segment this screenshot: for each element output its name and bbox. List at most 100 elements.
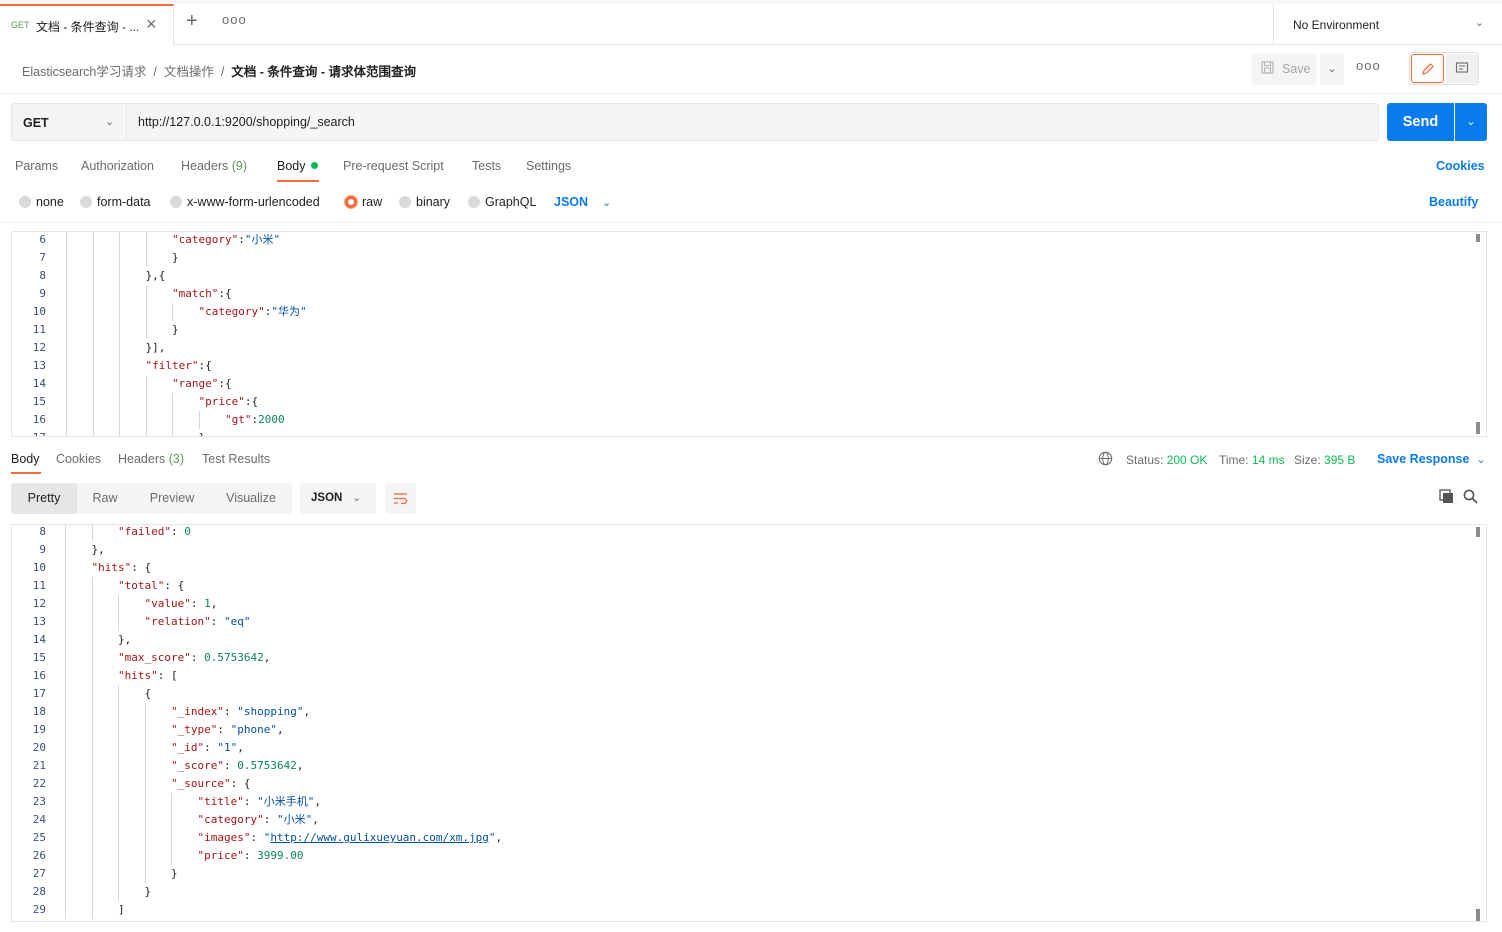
indent-guide — [65, 739, 66, 757]
radio-raw[interactable]: raw — [345, 195, 382, 209]
response-tab-test-results[interactable]: Test Results — [202, 452, 270, 466]
indent-guide — [171, 847, 172, 865]
copy-icon[interactable] — [1439, 489, 1454, 507]
indent-guide — [66, 429, 67, 436]
code-token: "hits" — [118, 669, 158, 682]
request-tab[interactable]: GET 文档 - 条件查询 - ... × — [0, 4, 174, 45]
code-token: "price" — [198, 395, 245, 408]
environment-selector[interactable]: No Environment ⌄ — [1273, 4, 1502, 45]
scrollbar-thumb[interactable] — [1476, 234, 1480, 242]
code-token: "filter" — [145, 359, 199, 372]
beautify-button[interactable]: Beautify — [1429, 195, 1478, 209]
tab-prerequest-script[interactable]: Pre-request Script — [343, 159, 444, 173]
tab-settings[interactable]: Settings — [526, 159, 571, 173]
breadcrumb-collection[interactable]: Elasticsearch学习请求 — [22, 65, 146, 79]
tab-params[interactable]: Params — [15, 159, 58, 173]
page-title[interactable]: 文档 - 条件查询 - 请求体范围查询 — [231, 65, 416, 79]
response-tab-cookies[interactable]: Cookies — [56, 452, 101, 466]
indent-guide — [198, 411, 200, 429]
code-token: : — [170, 525, 185, 538]
tab-more-icon[interactable]: ooo — [222, 12, 247, 27]
radio-binary[interactable]: binary — [399, 195, 450, 209]
save-dropdown-chevron-icon[interactable]: ⌄ — [1320, 53, 1344, 85]
code-token: } — [144, 885, 152, 898]
globe-icon[interactable] — [1098, 451, 1113, 469]
tab-headers-label: Headers — [181, 159, 229, 173]
indent-guide — [171, 811, 172, 829]
tab-headers[interactable]: Headers (9) — [181, 159, 247, 173]
indent-guide — [145, 321, 147, 339]
indent-guide — [91, 667, 93, 685]
chevron-down-icon: ⌄ — [105, 116, 115, 128]
breadcrumb-folder[interactable]: 文档操作 — [164, 65, 214, 79]
search-icon[interactable] — [1463, 489, 1478, 507]
view-pretty[interactable]: Pretty — [11, 483, 77, 514]
edit-mode-pencil-icon[interactable] — [1411, 54, 1444, 83]
line-number: 21 — [32, 759, 46, 772]
new-tab-plus-icon[interactable]: + — [186, 10, 198, 33]
url-input[interactable]: http://127.0.0.1:9200/shopping/_search — [126, 103, 1379, 141]
tab-authorization[interactable]: Authorization — [81, 159, 154, 173]
radio-form-data[interactable]: form-data — [80, 195, 151, 209]
response-body-viewer[interactable]: 8 "failed": 0 9}, 10 "hits": {11 "total": {12… — [11, 525, 1487, 922]
code-token: "小米" — [244, 233, 281, 246]
view-preview[interactable]: Preview — [139, 483, 205, 514]
send-button[interactable]: Send — [1387, 103, 1454, 141]
wrap-lines-icon[interactable] — [385, 483, 416, 514]
indent-guide — [145, 411, 147, 429]
indent-guide — [65, 577, 66, 595]
body-format-select[interactable]: JSON ⌄ — [554, 195, 611, 209]
cookies-link[interactable]: Cookies — [1436, 159, 1485, 173]
scrollbar-thumb[interactable] — [1476, 422, 1480, 434]
code-line: 23 "title": "小米手机", — [12, 793, 1452, 811]
indent-guide — [119, 393, 120, 411]
indent-guide — [172, 393, 173, 411]
tab-body[interactable]: Body — [277, 159, 318, 173]
close-icon[interactable]: × — [146, 14, 157, 35]
response-tab-body[interactable]: Body — [11, 452, 40, 466]
documentation-icon[interactable] — [1446, 54, 1478, 83]
indent-guide — [91, 685, 93, 703]
indent-guide — [65, 595, 66, 613]
indent-guide — [92, 267, 94, 285]
radio-none[interactable]: none — [19, 195, 64, 209]
indent-guide — [92, 339, 94, 357]
code-line: 14 "range":{ — [12, 375, 1452, 393]
response-tab-headers[interactable]: Headers (3) — [118, 452, 184, 466]
url-link[interactable]: http://www.gulixueyuan.com/xm.jpg — [270, 831, 489, 844]
scrollbar-thumb[interactable] — [1476, 527, 1480, 537]
indent-guide — [92, 232, 94, 249]
code-text: "failed": 0 — [118, 525, 191, 541]
view-visualize[interactable]: Visualize — [215, 483, 287, 514]
line-number: 10 — [32, 305, 46, 318]
method-select[interactable]: GET ⌄ — [11, 103, 126, 141]
code-line: 15 "max_score": 0.5753642, — [12, 649, 1452, 667]
code-text: "_source": { — [171, 775, 250, 793]
indent-guide — [66, 303, 67, 321]
code-token: : — [190, 651, 205, 664]
view-raw[interactable]: Raw — [81, 483, 129, 514]
code-line: 21 "_score": 0.5753642, — [12, 757, 1452, 775]
indent-guide — [118, 865, 119, 883]
radio-graphql[interactable]: GraphQL — [468, 195, 536, 209]
tab-tests[interactable]: Tests — [472, 159, 501, 173]
scrollbar-thumb[interactable] — [1476, 909, 1480, 921]
indent-guide — [91, 703, 93, 721]
code-token: "_type" — [171, 723, 218, 736]
request-body-editor[interactable]: 6 "category":"小米" 7} 8},{9 "match":{10 "categ… — [11, 231, 1487, 437]
code-token: } — [171, 867, 178, 880]
indent-guide — [65, 793, 66, 811]
radio-urlencoded[interactable]: x-www-form-urlencoded — [170, 195, 320, 209]
send-dropdown-chevron-icon[interactable]: ⌄ — [1455, 103, 1487, 141]
indent-guide — [144, 811, 146, 829]
code-text: "range":{ — [172, 375, 232, 393]
code-text: "match":{ — [172, 285, 232, 303]
response-format-select[interactable]: JSON ⌄ — [300, 483, 376, 514]
code-token: , — [495, 831, 503, 844]
indent-guide — [118, 829, 119, 847]
code-line: 16 "gt":2000 — [12, 411, 1452, 429]
more-actions-icon[interactable]: ooo — [1356, 58, 1381, 73]
save-button[interactable]: Save — [1251, 53, 1317, 85]
code-token: 1 — [204, 597, 211, 610]
save-response-button[interactable]: Save Response ⌄ — [1377, 452, 1486, 466]
